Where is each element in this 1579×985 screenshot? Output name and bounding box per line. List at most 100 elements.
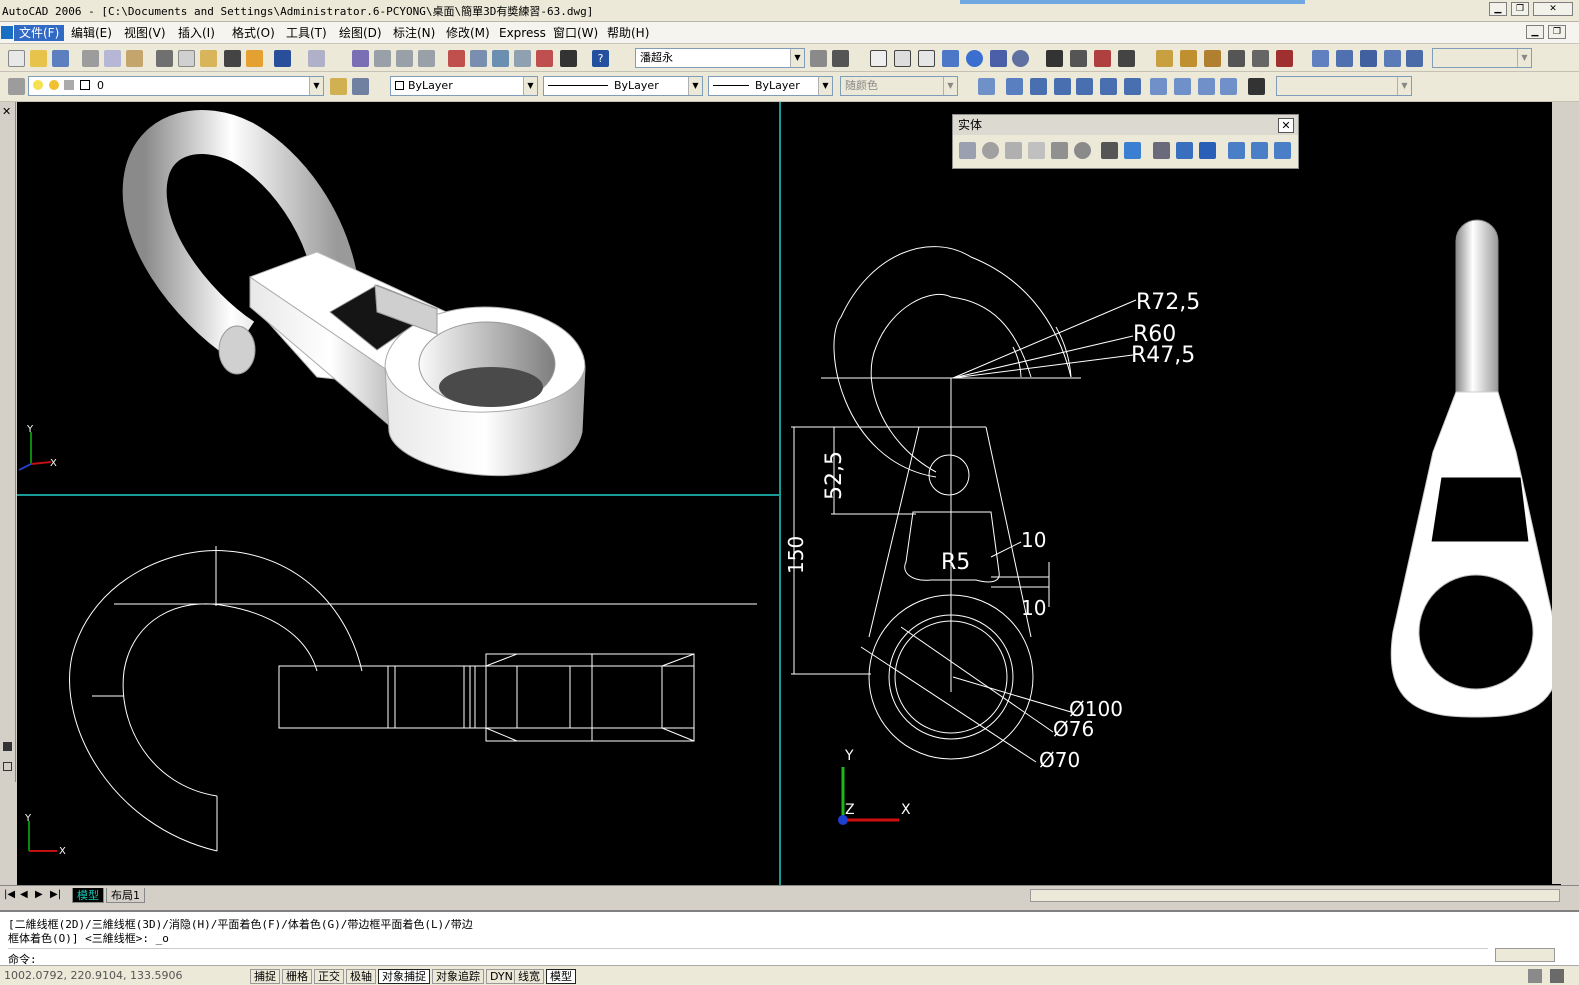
dim-continue-icon[interactable]	[1276, 50, 1293, 67]
view-top-icon[interactable]	[870, 50, 887, 67]
close-icon[interactable]: ✕	[2, 105, 11, 118]
close-window-button[interactable]: ✕	[1533, 2, 1573, 16]
hidden-icon[interactable]	[942, 50, 959, 67]
viewport-clip-icon[interactable]	[1384, 50, 1401, 67]
open-icon[interactable]	[30, 50, 47, 67]
menu-view[interactable]: 视图(V)	[119, 25, 171, 41]
dim-arc-icon[interactable]	[1094, 50, 1111, 67]
status-polar[interactable]: 极轴	[346, 969, 376, 984]
iso-se-icon[interactable]	[1174, 78, 1191, 95]
solids-toolbar[interactable]: 实体 ✕	[952, 114, 1299, 169]
tray-settings-icon[interactable]	[1550, 969, 1564, 983]
zoom-previous-icon[interactable]	[418, 50, 435, 67]
status-model[interactable]: 模型	[546, 969, 576, 984]
markup-icon[interactable]	[536, 50, 553, 67]
iso-sw-icon[interactable]	[1150, 78, 1167, 95]
tab-model[interactable]: 模型	[72, 888, 104, 903]
app-icon[interactable]	[1, 26, 13, 39]
viewport-icon[interactable]	[1336, 50, 1353, 67]
tab-prev-icon[interactable]: ◀	[20, 889, 28, 900]
make-current-icon[interactable]	[330, 78, 347, 95]
help-icon[interactable]: ?	[592, 50, 609, 67]
viewport-isometric[interactable]: Y X	[17, 102, 779, 494]
palette-arrow-icon[interactable]	[3, 742, 12, 751]
command-scrollbar[interactable]	[1495, 948, 1555, 962]
dim-linear-icon[interactable]	[1046, 50, 1063, 67]
dim-aligned-icon[interactable]	[1070, 50, 1087, 67]
properties-icon[interactable]	[448, 50, 465, 67]
viewport-scale-icon[interactable]	[1406, 50, 1423, 67]
wireframe-icon[interactable]	[918, 50, 935, 67]
tablestyle-icon[interactable]	[832, 50, 849, 67]
status-dyn[interactable]: DYN	[486, 969, 517, 984]
tab-first-icon[interactable]: |◀	[4, 889, 15, 900]
palette-menu-icon[interactable]	[3, 762, 12, 771]
view-left-icon[interactable]	[1054, 78, 1071, 95]
dim-diameter-icon[interactable]	[1180, 50, 1197, 67]
toolpalettes-icon[interactable]	[492, 50, 509, 67]
menu-edit[interactable]: 编辑(E)	[66, 25, 117, 41]
print-icon[interactable]	[82, 50, 99, 67]
shaded-icon[interactable]	[966, 50, 983, 67]
menu-express[interactable]: Express	[494, 25, 551, 41]
status-lwt[interactable]: 线宽	[514, 969, 544, 984]
minimize-button[interactable]: ▁	[1489, 2, 1507, 16]
menu-window[interactable]: 窗口(W)	[548, 25, 603, 41]
horizontal-scrollbar[interactable]	[1030, 889, 1560, 902]
setup-view-icon[interactable]	[1251, 142, 1268, 159]
revolve-icon[interactable]	[1124, 142, 1141, 159]
view-back-icon[interactable]	[1100, 78, 1117, 95]
layout-icon[interactable]	[1312, 50, 1329, 67]
status-ortho[interactable]: 正交	[314, 969, 344, 984]
torus-icon[interactable]	[1074, 142, 1091, 159]
viewport-top[interactable]: R72,5 R60 R47,5 52,5 150 10 R5 10 Ø100 Ø…	[779, 102, 1562, 886]
viewport-scale-select[interactable]: ▼	[1432, 48, 1532, 68]
close-icon[interactable]: ✕	[1278, 118, 1294, 133]
status-otrack[interactable]: 对象追踪	[432, 969, 484, 984]
dimstyle-icon[interactable]	[810, 50, 827, 67]
copy-icon[interactable]	[178, 50, 195, 67]
zoom-window-icon[interactable]	[396, 50, 413, 67]
menu-tools[interactable]: 工具(T)	[281, 25, 332, 41]
pan-icon[interactable]	[352, 50, 369, 67]
brush-icon[interactable]	[246, 50, 263, 67]
cylinder-icon[interactable]	[1005, 142, 1022, 159]
view-ortho-icon[interactable]	[894, 50, 911, 67]
viewport-poly-icon[interactable]	[1360, 50, 1377, 67]
status-grid[interactable]: 栅格	[282, 969, 312, 984]
lineweight-select[interactable]: ByLayer ▼	[708, 76, 833, 96]
dim-ordinate-icon[interactable]	[1118, 50, 1135, 67]
layer-select[interactable]: 0 ▼	[28, 76, 324, 96]
menu-draw[interactable]: 绘图(D)	[334, 25, 387, 41]
dim-baseline-icon[interactable]	[1252, 50, 1269, 67]
camera-icon[interactable]	[1248, 78, 1265, 95]
tab-last-icon[interactable]: ▶|	[50, 889, 61, 900]
publish-icon[interactable]	[126, 50, 143, 67]
save-icon[interactable]	[52, 50, 69, 67]
layer-previous-icon[interactable]	[352, 78, 369, 95]
restore-button[interactable]: ❐	[1511, 2, 1529, 16]
menu-help[interactable]: 帮助(H)	[602, 25, 654, 41]
undo-icon[interactable]	[274, 50, 291, 67]
view-front-icon[interactable]	[1030, 78, 1047, 95]
slice-icon[interactable]	[1153, 142, 1170, 159]
view-3d-icon[interactable]	[978, 78, 995, 95]
menu-file[interactable]: 文件(F)	[14, 25, 65, 41]
paste-icon[interactable]	[200, 50, 217, 67]
menu-dimension[interactable]: 标注(N)	[388, 25, 440, 41]
cut-icon[interactable]	[156, 50, 173, 67]
dim-quick-icon[interactable]	[1228, 50, 1245, 67]
interfere-icon[interactable]	[1199, 142, 1216, 159]
vertical-scrollbar[interactable]	[1552, 102, 1562, 884]
layer-manager-icon[interactable]	[8, 78, 25, 95]
linetype-select[interactable]: ByLayer ▼	[543, 76, 703, 96]
status-snap[interactable]: 捕捉	[250, 969, 280, 984]
tab-layout1[interactable]: 布局1	[106, 888, 145, 903]
text-style-select[interactable]: 潘超永 ▼	[635, 48, 805, 68]
sphere-icon[interactable]	[982, 142, 999, 159]
calculator-icon[interactable]	[560, 50, 577, 67]
setup-drawing-icon[interactable]	[1228, 142, 1245, 159]
orbit-icon[interactable]	[1006, 78, 1023, 95]
designcenter-icon[interactable]	[470, 50, 487, 67]
new-icon[interactable]	[8, 50, 25, 67]
